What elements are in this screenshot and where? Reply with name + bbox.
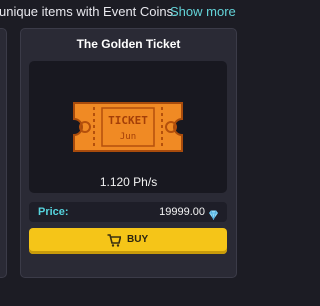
item-image-panel: TICKET Jun bbox=[29, 61, 227, 193]
event-coins-description: unique items with Event Coins. bbox=[0, 4, 177, 19]
item-title: The Golden Ticket bbox=[76, 37, 181, 51]
ticket-image-top-text: TICKET bbox=[108, 114, 148, 127]
cart-icon bbox=[107, 234, 122, 247]
show-more-link[interactable]: Show more bbox=[170, 0, 236, 24]
price-value: 19999.00 bbox=[159, 206, 205, 218]
previous-item-card[interactable] bbox=[0, 28, 7, 278]
diamond-icon bbox=[208, 207, 219, 221]
golden-ticket-image: TICKET Jun bbox=[68, 97, 188, 157]
item-card: The Golden Ticket TICKET Jun 1.120 Ph/s … bbox=[20, 28, 237, 278]
price-label: Price: bbox=[38, 206, 69, 218]
price-row: Price: 19999.00 bbox=[29, 202, 227, 222]
top-bar: unique items with Event Coins. Show more bbox=[0, 0, 264, 24]
buy-button[interactable]: BUY bbox=[29, 228, 227, 254]
item-hashrate: 1.120 Ph/s bbox=[99, 175, 158, 189]
ticket-image-bottom-text: Jun bbox=[120, 132, 136, 142]
buy-button-label: BUY bbox=[127, 234, 149, 245]
